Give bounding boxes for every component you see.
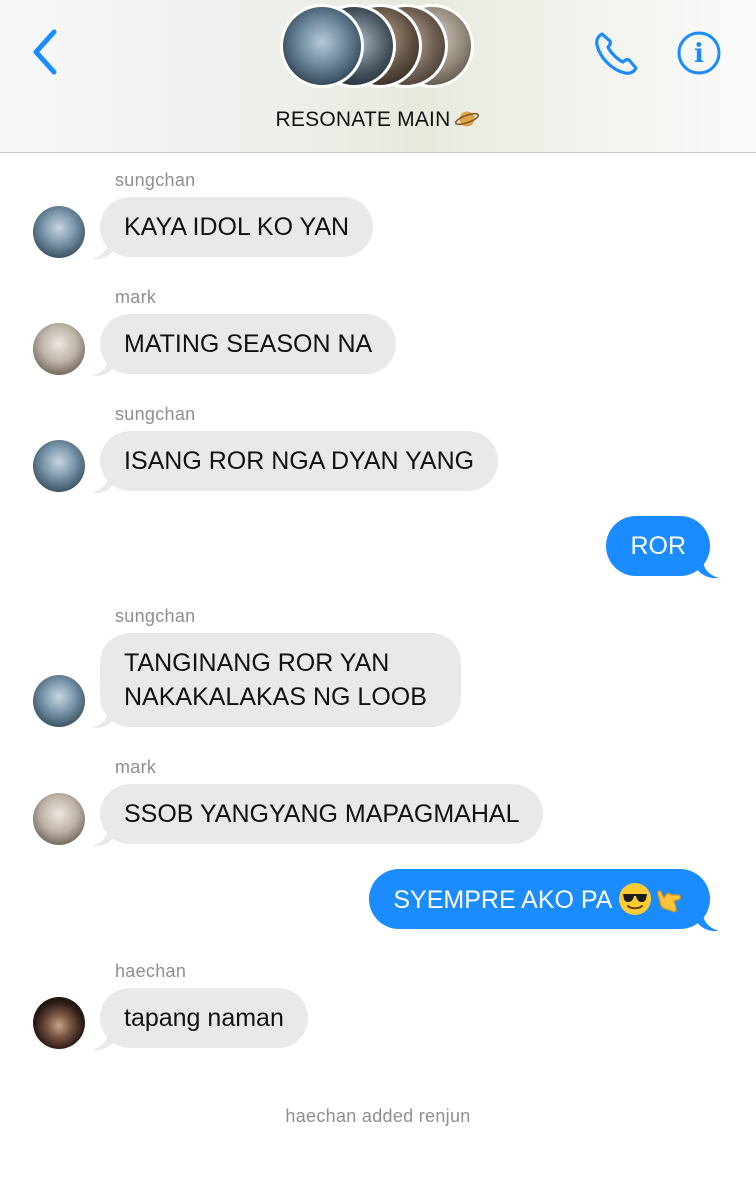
info-icon: i xyxy=(677,31,721,75)
message-bubble-outgoing[interactable]: ROR xyxy=(606,516,710,576)
system-message: haechan added renjun xyxy=(285,1106,471,1126)
ringed-planet-emoji xyxy=(455,111,480,127)
group-title[interactable]: RESONATE MAIN xyxy=(0,108,756,132)
message-bubble-incoming[interactable]: MATING SEASON NA xyxy=(100,314,397,374)
smiling-face-with-sunglasses-emoji xyxy=(619,883,651,915)
svg-text:i: i xyxy=(694,39,704,69)
message-text: SYEMPRE AKO PA xyxy=(393,886,612,914)
chevron-left-icon xyxy=(33,29,57,75)
chat-header: RESONATE MAIN i xyxy=(0,0,756,153)
phone-icon xyxy=(595,32,638,75)
message-bubble-outgoing[interactable]: SYEMPRE AKO PA xyxy=(369,869,710,929)
avatar-sungchan[interactable] xyxy=(33,675,85,727)
call-me-hand-emoji xyxy=(657,890,681,913)
sender-name: sungchan xyxy=(115,170,196,190)
sender-name: sungchan xyxy=(115,404,196,424)
call-button[interactable] xyxy=(588,26,644,82)
avatar-haechan[interactable] xyxy=(33,997,85,1049)
avatar-sungchan[interactable] xyxy=(33,206,85,258)
group-member-avatar xyxy=(280,4,364,88)
message-bubble-incoming[interactable]: ISANG ROR NGA DYAN YANG xyxy=(100,431,499,491)
avatar-mark[interactable] xyxy=(33,323,85,375)
avatar-mark[interactable] xyxy=(33,793,85,845)
sender-name: mark xyxy=(115,287,157,307)
avatar-sungchan[interactable] xyxy=(33,440,85,492)
message-bubble-incoming[interactable]: KAYA IDOL KO YAN xyxy=(100,197,374,257)
back-button[interactable] xyxy=(26,26,66,78)
info-button[interactable]: i xyxy=(676,30,722,76)
message-bubble-incoming[interactable]: SSOB YANGYANG MAPAGMAHAL xyxy=(100,784,544,844)
message-bubble-incoming[interactable]: TANGINANG ROR YAN NAKAKALAKAS NG LOOB xyxy=(100,633,461,727)
sender-name: mark xyxy=(115,757,157,777)
group-avatar-stack[interactable] xyxy=(280,4,480,92)
message-bubble-incoming[interactable]: tapang naman xyxy=(100,988,308,1048)
group-name-text: RESONATE MAIN xyxy=(275,108,451,131)
sender-name: haechan xyxy=(115,961,187,981)
sender-name: sungchan xyxy=(115,606,196,626)
